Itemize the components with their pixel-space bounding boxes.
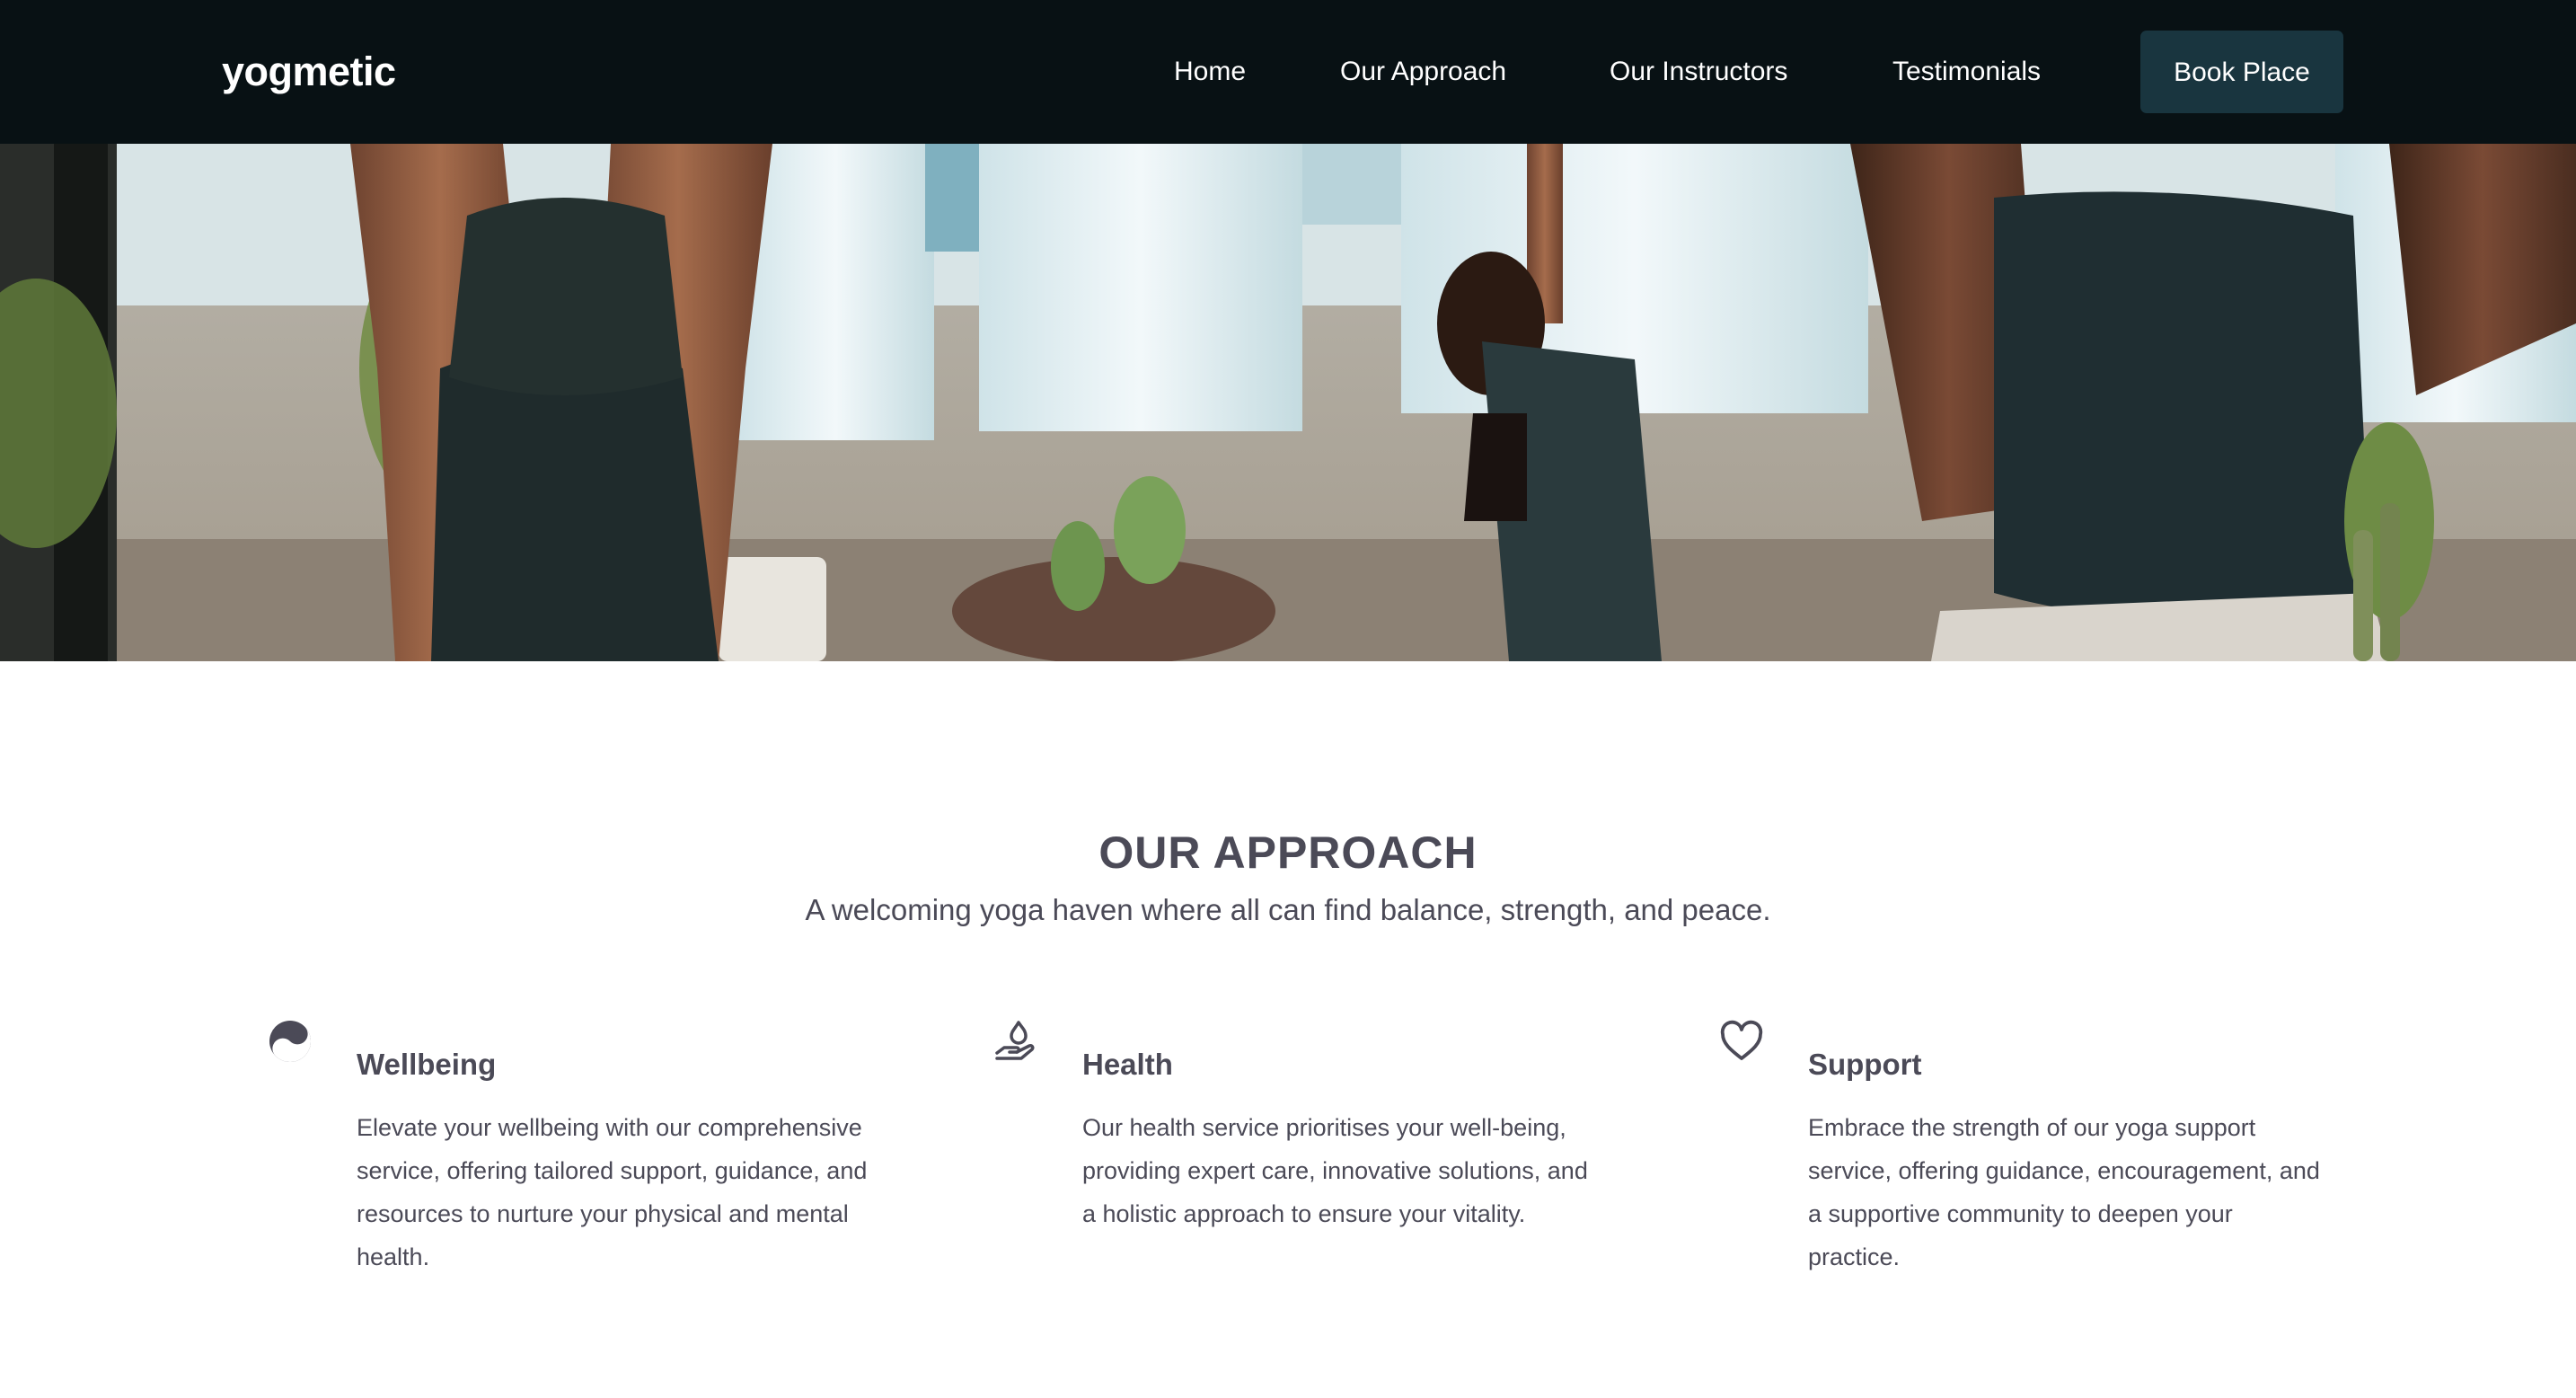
brand-logo[interactable]: yogmetic — [222, 45, 396, 99]
feature-support: Support Embrace the strength of our yoga… — [1717, 1006, 2346, 1276]
feature-description: Embrace the strength of our yoga support… — [1808, 1114, 2320, 1270]
section-subtitle: A welcoming yoga haven where all can fin… — [805, 893, 1771, 926]
feature-description: Elevate your wellbeing with our comprehe… — [357, 1114, 868, 1270]
feature-wellbeing: Wellbeing Elevate your wellbeing with ou… — [266, 1006, 895, 1276]
hero-image — [0, 144, 2576, 661]
yin-yang-icon — [266, 1017, 314, 1066]
feature-description: Our health service prioritises your well… — [1082, 1114, 1588, 1227]
feature-health: Health Our health service prioritises yo… — [992, 1006, 1620, 1276]
nav-home[interactable]: Home — [1174, 52, 1246, 92]
book-place-button[interactable]: Book Place — [2140, 31, 2343, 113]
nav-our-instructors[interactable]: Our Instructors — [1610, 52, 1787, 92]
heart-icon — [1717, 1017, 1766, 1066]
feature-title: Wellbeing — [357, 1048, 497, 1081]
nav-our-approach[interactable]: Our Approach — [1340, 52, 1506, 92]
hand-flame-icon — [992, 1017, 1040, 1066]
section-title: OUR APPROACH — [1098, 827, 1478, 878]
nav-testimonials[interactable]: Testimonials — [1892, 52, 2041, 92]
feature-title: Health — [1082, 1048, 1173, 1081]
feature-title: Support — [1808, 1048, 1922, 1081]
navbar: yogmetic Home Our Approach Our Instructo… — [0, 0, 2576, 144]
yoga-class-photo — [0, 144, 2576, 661]
